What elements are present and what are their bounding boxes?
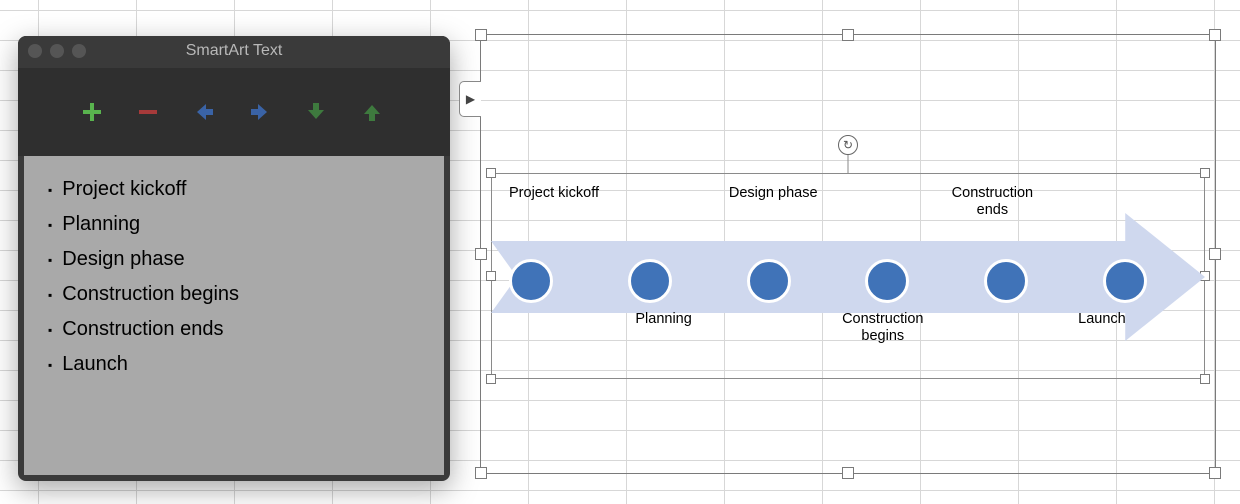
remove-icon[interactable] xyxy=(134,98,162,126)
resize-handle[interactable] xyxy=(1209,467,1221,479)
timeline-dot[interactable] xyxy=(865,259,909,303)
smartart-object[interactable]: ▶ ↻ Project kickoff Design phase xyxy=(480,34,1216,474)
smartart-item-list[interactable]: Project kickoff Planning Design phase Co… xyxy=(24,156,444,475)
timeline-label[interactable]: Launch xyxy=(1057,311,1147,351)
list-item[interactable]: Construction begins xyxy=(48,277,420,312)
resize-handle[interactable] xyxy=(1209,29,1221,41)
arrow-right-icon[interactable] xyxy=(246,98,274,126)
list-item[interactable]: Launch xyxy=(48,347,420,382)
list-item-label: Construction begins xyxy=(62,283,239,306)
timeline-dot[interactable] xyxy=(984,259,1028,303)
timeline-label[interactable]: Construction begins xyxy=(838,311,928,351)
list-item[interactable]: Design phase xyxy=(48,242,420,277)
list-item-label: Project kickoff xyxy=(62,178,186,201)
timeline-label[interactable]: Design phase xyxy=(728,185,818,225)
list-item[interactable]: Project kickoff xyxy=(48,172,420,207)
arrow-up-icon[interactable] xyxy=(358,98,386,126)
arrow-down-icon[interactable] xyxy=(302,98,330,126)
list-item-label: Construction ends xyxy=(62,318,223,341)
resize-handle[interactable] xyxy=(486,168,496,178)
panel-titlebar[interactable]: SmartArt Text xyxy=(18,36,450,68)
timeline-dot[interactable] xyxy=(1103,259,1147,303)
rotate-handle-icon[interactable]: ↻ xyxy=(838,135,858,155)
timeline-label[interactable]: Construction ends xyxy=(947,185,1037,225)
list-item[interactable]: Planning xyxy=(48,207,420,242)
panel-title: SmartArt Text xyxy=(18,42,450,60)
rotate-stem xyxy=(848,155,849,173)
expand-text-pane-icon[interactable]: ▶ xyxy=(459,81,481,117)
resize-handle[interactable] xyxy=(1200,374,1210,384)
smartart-text-panel[interactable]: SmartArt Text Project kickoff Planning D… xyxy=(18,36,450,481)
list-item-label: Launch xyxy=(62,353,128,376)
timeline-dots xyxy=(509,259,1147,303)
resize-handle[interactable] xyxy=(486,374,496,384)
timeline-dot[interactable] xyxy=(509,259,553,303)
resize-handle[interactable] xyxy=(842,467,854,479)
timeline-arrow[interactable]: Project kickoff Design phase Constructio… xyxy=(491,185,1205,369)
timeline-label[interactable]: Project kickoff xyxy=(509,185,599,225)
timeline-dot[interactable] xyxy=(628,259,672,303)
resize-handle[interactable] xyxy=(475,29,487,41)
arrow-left-icon[interactable] xyxy=(190,98,218,126)
labels-top: Project kickoff Design phase Constructio… xyxy=(509,185,1147,225)
add-icon[interactable] xyxy=(78,98,106,126)
resize-handle[interactable] xyxy=(475,248,487,260)
labels-bottom: Planning Construction begins Launch xyxy=(509,311,1147,351)
resize-handle[interactable] xyxy=(842,29,854,41)
list-item[interactable]: Construction ends xyxy=(48,312,420,347)
resize-handle[interactable] xyxy=(1200,168,1210,178)
resize-handle[interactable] xyxy=(475,467,487,479)
list-item-label: Planning xyxy=(62,213,140,236)
panel-toolbar xyxy=(18,68,450,156)
resize-handle[interactable] xyxy=(1209,248,1221,260)
timeline-dot[interactable] xyxy=(747,259,791,303)
timeline-label[interactable]: Planning xyxy=(619,311,709,351)
list-item-label: Design phase xyxy=(62,248,184,271)
